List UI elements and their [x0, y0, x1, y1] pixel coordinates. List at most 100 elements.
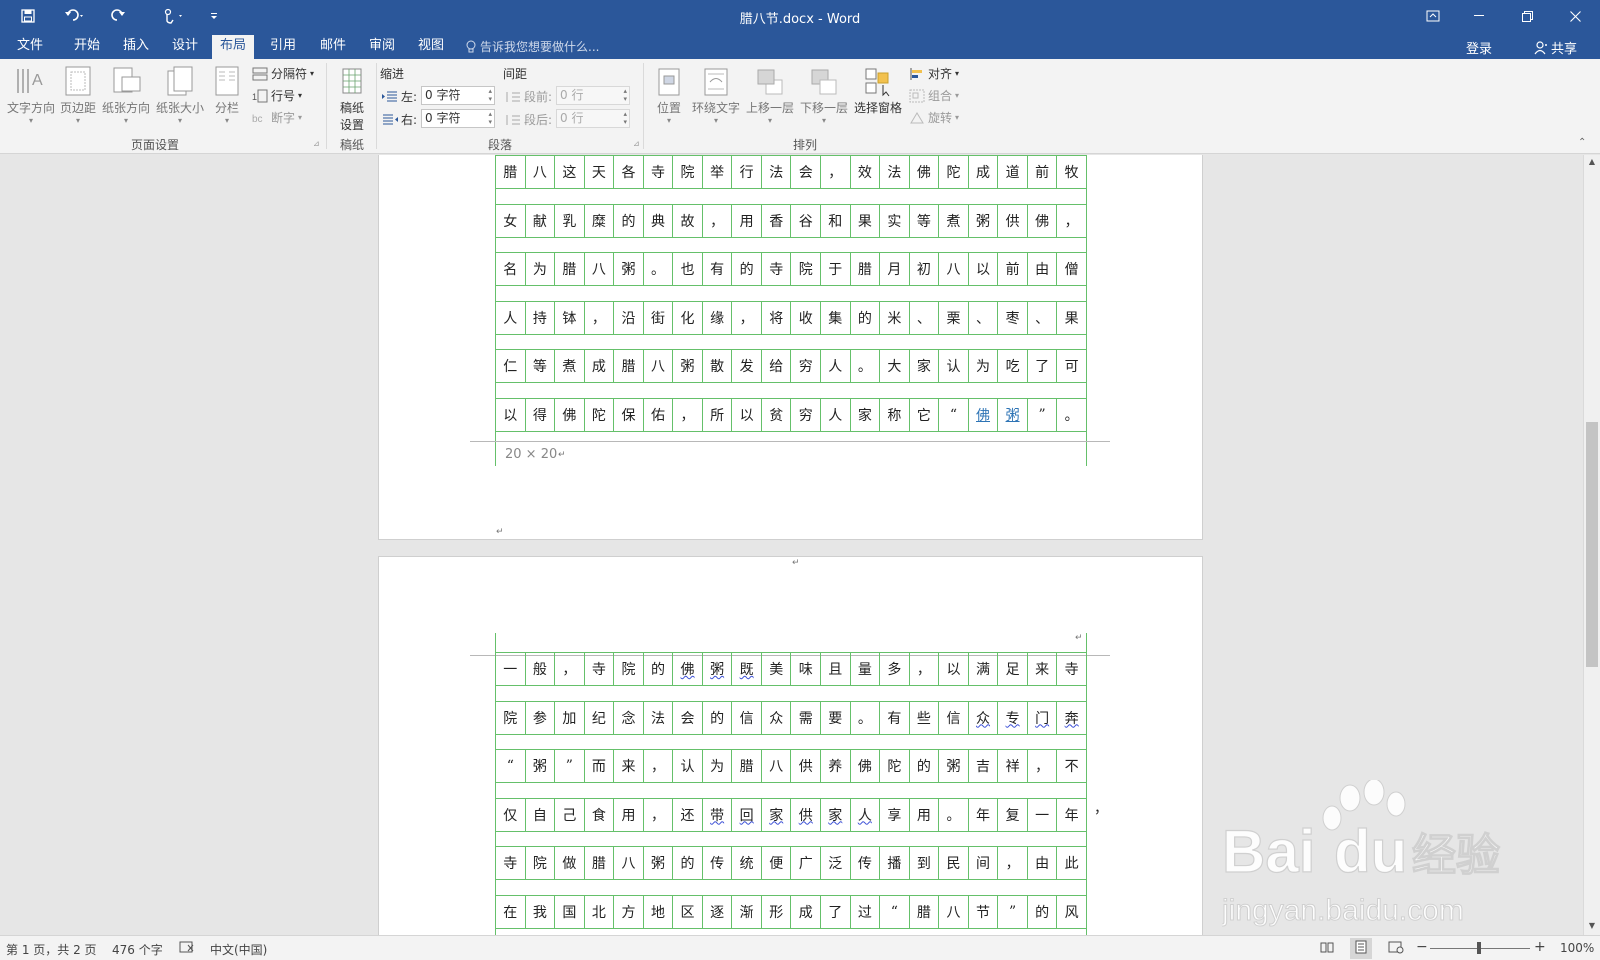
scroll-up-icon[interactable]: ▲	[1584, 155, 1600, 169]
bring-forward-button[interactable]: 上移一层 ▾	[744, 61, 796, 125]
close-icon[interactable]	[1552, 0, 1598, 32]
proofing-icon[interactable]	[179, 941, 195, 957]
wrap-text-icon	[704, 68, 728, 96]
zoom-level[interactable]: 100%	[1560, 941, 1594, 955]
zoom-out-button[interactable]: −	[1416, 939, 1428, 955]
grid-cell: ，	[644, 750, 674, 782]
grid-cell: 八	[939, 895, 969, 928]
spacing-after-input[interactable]: 0 行 ▴ ▾	[556, 109, 630, 128]
manuscript-grid-page-1[interactable]: 腊八这天各寺院举行法会，效法佛陀成道前牧女献乳糜的典故，用香谷和果实等煮粥供佛，…	[495, 155, 1087, 435]
align-button[interactable]: 对齐 ▾	[909, 65, 959, 82]
group-objects-button[interactable]: 组合 ▾	[909, 87, 959, 104]
document-area[interactable]: 腊八这天各寺院举行法会，效法佛陀成道前牧女献乳糜的典故，用香谷和果实等煮粥供佛，…	[0, 155, 1583, 935]
tab-home[interactable]: 开始	[66, 35, 108, 59]
manuscript-settings-button[interactable]: 稿纸 设置	[333, 61, 371, 133]
page-setup-launcher-icon[interactable]: ⊿	[313, 139, 320, 148]
tab-file[interactable]: 文件	[9, 35, 51, 59]
breaks-button[interactable]: 分隔符 ▾	[252, 65, 314, 82]
grid-cell: 粥	[998, 398, 1028, 431]
tab-design[interactable]: 设计	[164, 35, 206, 59]
grid-cell: 陀	[939, 156, 969, 188]
undo-icon[interactable]	[58, 4, 92, 28]
grid-cell: 持	[526, 301, 556, 334]
columns-button[interactable]: 分栏 ▾	[208, 61, 246, 125]
grid-cell: 粥	[939, 750, 969, 782]
ribbon-tabs: 文件 开始 插入 设计 布局 引用 邮件 审阅 视图 告诉我您想要做什么... …	[0, 32, 1600, 59]
save-icon[interactable]	[16, 4, 40, 28]
tab-references[interactable]: 引用	[262, 35, 304, 59]
grid-cell: 节	[969, 895, 999, 928]
ribbon-display-options-icon[interactable]	[1410, 0, 1456, 32]
bring-forward-icon	[757, 69, 783, 95]
grid-cell: ，	[644, 798, 674, 831]
svg-text:bc: bc	[252, 114, 263, 125]
grid-cell: 粥	[969, 204, 999, 237]
size-button[interactable]: 纸张大小 ▾	[154, 61, 206, 125]
grid-cell: 的	[732, 253, 762, 285]
tab-review[interactable]: 审阅	[361, 35, 403, 59]
minimize-icon[interactable]	[1456, 0, 1502, 32]
zoom-slider-thumb[interactable]	[1477, 942, 1481, 954]
position-button[interactable]: 位置 ▾	[652, 61, 686, 125]
tab-mailings[interactable]: 邮件	[312, 35, 354, 59]
rotate-button[interactable]: 旋转 ▾	[909, 109, 959, 126]
grid-cell: 来	[1028, 653, 1058, 685]
grid-cell: 年	[969, 798, 999, 831]
grid-cell: 前	[1028, 156, 1058, 188]
tab-view[interactable]: 视图	[410, 35, 452, 59]
grid-cell: 家	[851, 398, 881, 431]
grid-cell: 钵	[555, 301, 585, 334]
indent-right-input[interactable]: 0 字符 ▴ ▾	[421, 109, 495, 128]
manuscript-grid-page-2[interactable]: 一般，寺院的佛粥既美味且量多，以满足来寺院参加纪念法会的信众需要。有些信众专门奔…	[495, 652, 1087, 935]
paragraph-launcher-icon[interactable]: ⊿	[633, 139, 640, 148]
hyphenation-button[interactable]: bc 断字 ▾	[252, 109, 302, 126]
grid-cell: 寺	[1057, 653, 1087, 685]
grid-cell: 、	[910, 301, 940, 334]
vertical-scrollbar[interactable]: ▲ ▼	[1583, 155, 1600, 935]
collapse-ribbon-icon[interactable]: ⌃	[1578, 137, 1586, 148]
scroll-down-icon[interactable]: ▼	[1584, 919, 1600, 933]
word-count[interactable]: 476 个字	[112, 941, 163, 958]
customize-qat-icon[interactable]	[204, 4, 224, 28]
send-backward-button[interactable]: 下移一层 ▾	[798, 61, 850, 125]
grid-cell: 供	[791, 750, 822, 782]
tab-insert[interactable]: 插入	[115, 35, 157, 59]
grid-cell: 八	[585, 253, 615, 285]
sign-in-link[interactable]: 登录	[1466, 38, 1492, 57]
tab-layout[interactable]: 布局	[212, 35, 255, 59]
margins-button[interactable]: 页边距 ▾	[58, 61, 98, 125]
page-count[interactable]: 第 1 页，共 2 页	[6, 941, 97, 958]
redo-icon[interactable]	[106, 4, 130, 28]
grid-cell: 腊	[614, 350, 644, 382]
spacing-before-input[interactable]: 0 行 ▴ ▾	[556, 86, 630, 105]
print-layout-icon[interactable]	[1350, 938, 1372, 959]
orientation-button[interactable]: 纸张方向 ▾	[100, 61, 152, 125]
grid-cell: 此	[1057, 847, 1087, 879]
text-direction-button[interactable]: A 文字方向 ▾	[5, 61, 57, 125]
read-mode-icon[interactable]	[1320, 941, 1334, 956]
grid-cell: 有	[880, 701, 910, 734]
indent-left-input[interactable]: 0 字符 ▴ ▾	[421, 86, 495, 105]
grid-cell: 陀	[585, 398, 615, 431]
share-button[interactable]: 共享	[1534, 38, 1577, 57]
language-indicator[interactable]: 中文(中国)	[210, 941, 267, 958]
paragraph-mark-icon: ↵	[1075, 633, 1083, 643]
indent-right-label: 右:	[382, 111, 417, 128]
grid-cell: 方	[614, 895, 644, 928]
tell-me-search[interactable]: 告诉我您想要做什么...	[466, 38, 599, 55]
restore-icon[interactable]	[1504, 0, 1550, 32]
grid-cell: 月	[880, 253, 910, 285]
grid-cell: 佛	[969, 398, 999, 431]
grid-cell: 量	[851, 653, 881, 685]
grid-cell: 。	[644, 253, 674, 285]
touch-mode-icon[interactable]	[156, 4, 190, 28]
grid-cell: 传	[703, 847, 733, 879]
wrap-text-button[interactable]: 环绕文字 ▾	[690, 61, 742, 125]
web-layout-icon[interactable]	[1388, 941, 1404, 957]
grid-line: 在我国北方地区逐渐形成了过 “腊八节” 的风	[495, 894, 1087, 929]
scroll-thumb[interactable]	[1586, 422, 1598, 667]
zoom-in-button[interactable]: +	[1534, 939, 1546, 955]
line-numbers-button[interactable]: 1 行号 ▾	[252, 87, 302, 104]
selection-pane-button[interactable]: 选择窗格	[852, 61, 904, 116]
grid-cell: 味	[791, 653, 822, 685]
